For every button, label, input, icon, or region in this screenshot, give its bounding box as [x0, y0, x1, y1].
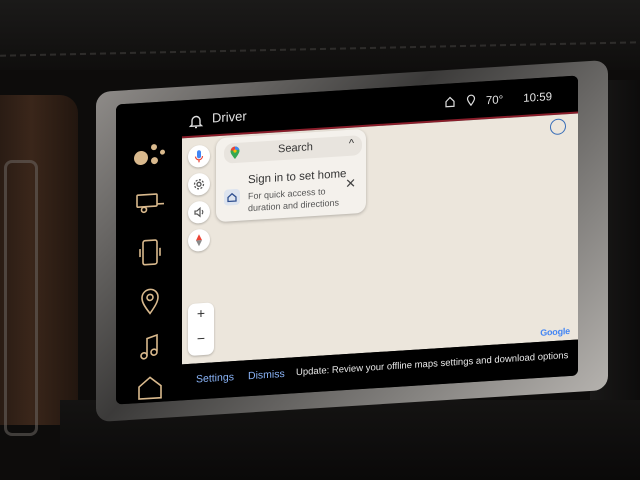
phone-icon[interactable] [134, 237, 166, 271]
settings-button[interactable]: Settings [196, 371, 234, 385]
zoom-out-button[interactable]: − [188, 329, 214, 347]
home-icon-tile [224, 188, 240, 206]
chrome-trim [4, 160, 38, 436]
search-card: Search ^ Sign in to set home For quick a… [216, 128, 366, 223]
update-message: Update: Review your offline maps setting… [296, 350, 569, 379]
app-rail [116, 100, 182, 405]
temperature: 70° [485, 93, 504, 107]
bell-icon[interactable] [188, 113, 204, 130]
close-icon[interactable]: ✕ [345, 175, 356, 192]
microphone-icon[interactable] [188, 144, 210, 169]
home-icon[interactable] [134, 373, 166, 404]
profile-label[interactable]: Driver [212, 108, 247, 125]
settings-gear-icon[interactable] [188, 172, 210, 197]
trailer-icon[interactable] [134, 189, 166, 223]
infotainment-screen: Driver 70° 10:59 Search ^ Sign in to set… [116, 75, 578, 405]
search-bar[interactable]: Search ^ [224, 135, 362, 164]
account-icon[interactable] [550, 118, 566, 136]
volume-icon[interactable] [188, 200, 210, 225]
signin-title[interactable]: Sign in to set home [248, 168, 346, 186]
signin-subtitle: For quick access to duration and directi… [248, 186, 340, 214]
vehicle-icon [444, 95, 456, 111]
location-status-icon [466, 94, 476, 110]
status-indicators: 70° 10:59 [444, 89, 552, 111]
zoom-in-button[interactable]: + [188, 304, 214, 322]
location-pin-icon[interactable] [134, 285, 166, 319]
google-maps-pin-icon [229, 146, 241, 161]
dashboard-top [0, 0, 640, 70]
dismiss-button[interactable]: Dismiss [248, 368, 285, 382]
search-label: Search [278, 141, 313, 156]
music-note-icon[interactable] [134, 331, 166, 365]
zoom-controls: + − [188, 302, 214, 357]
clock: 10:59 [523, 90, 552, 105]
google-attribution: Google [540, 325, 570, 338]
map-view[interactable]: Search ^ Sign in to set home For quick a… [182, 113, 578, 365]
compass-icon[interactable] [188, 228, 210, 253]
chevron-up-icon[interactable]: ^ [349, 138, 354, 150]
assistant-icon[interactable] [134, 139, 174, 172]
